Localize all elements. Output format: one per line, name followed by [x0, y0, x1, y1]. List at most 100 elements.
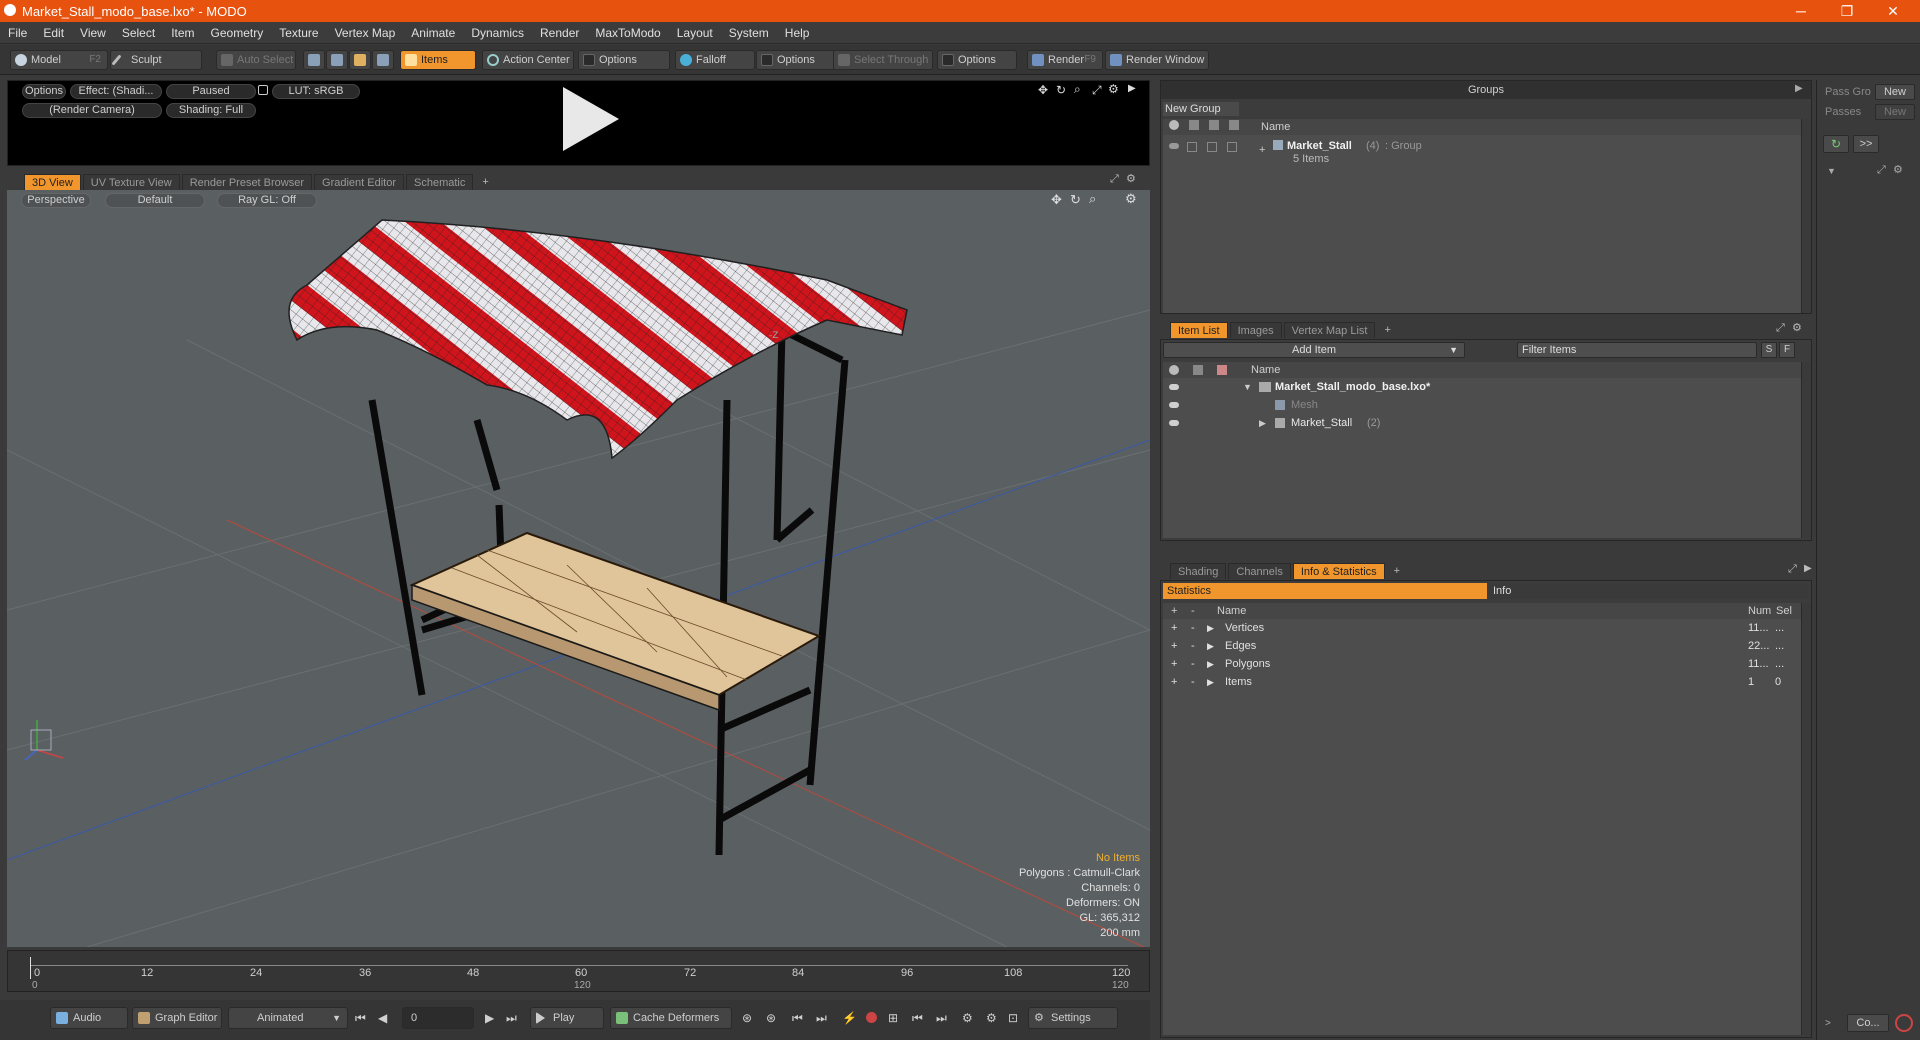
- key-options-icon-1[interactable]: ⚙: [962, 1011, 973, 1025]
- filter-s-button[interactable]: S: [1761, 342, 1777, 358]
- falloff-button[interactable]: Falloff: [675, 50, 755, 70]
- visibility-eye-icon[interactable]: [1169, 402, 1179, 408]
- filter-items-input[interactable]: Filter Items: [1517, 342, 1757, 358]
- row-plus-icon[interactable]: +: [1171, 655, 1177, 673]
- add-item-dropdown[interactable]: Add Item ▼: [1163, 342, 1465, 358]
- tab-vertex-map-list[interactable]: Vertex Map List: [1283, 322, 1376, 338]
- tab-render-preset-browser[interactable]: Render Preset Browser: [181, 174, 313, 190]
- menu-maxtomodo[interactable]: MaxToModo: [587, 26, 668, 40]
- default-dropdown[interactable]: Default: [105, 193, 205, 208]
- properties-arrow-icon[interactable]: ▶: [1804, 563, 1812, 574]
- tab-shading[interactable]: Shading: [1170, 563, 1227, 579]
- preview-zoom-icon[interactable]: ⌕: [1074, 82, 1081, 97]
- item-row-scene[interactable]: ▼ Market_Stall_modo_base.lxo*: [1163, 378, 1801, 396]
- 3d-viewport[interactable]: -Z Perspective Default Ray GL: Off ✥ ↻ ⌕…: [7, 190, 1150, 947]
- settings-button[interactable]: ⚙ Settings: [1028, 1007, 1118, 1029]
- timeline[interactable]: 0 12 24 36 48 60 72 84 96 108 120 0 120 …: [7, 950, 1150, 992]
- groups-expand-icon[interactable]: ▶: [1795, 83, 1803, 94]
- sculpt-mode-button[interactable]: Sculpt: [110, 50, 202, 70]
- collapsed-arrow-icon[interactable]: ▶: [1259, 414, 1266, 432]
- row-arrow-icon[interactable]: ▶: [1207, 619, 1214, 637]
- tab-images[interactable]: Images: [1229, 322, 1282, 338]
- key-icon-1[interactable]: ⊛: [742, 1011, 752, 1025]
- render-window-button[interactable]: Render Window: [1105, 50, 1209, 70]
- menu-view[interactable]: View: [72, 26, 114, 40]
- vertices-mode-button[interactable]: [303, 50, 325, 70]
- action-center-button[interactable]: Action Center: [482, 50, 574, 70]
- graph-editor-button[interactable]: Graph Editor: [132, 1007, 222, 1029]
- stat-row-polygons[interactable]: + - ▶ Polygons 11... ...: [1163, 655, 1801, 673]
- row-plus-icon[interactable]: +: [1171, 619, 1177, 637]
- preview-play-icon[interactable]: [563, 87, 619, 151]
- viewport-options-icon[interactable]: ⚙: [1126, 172, 1136, 185]
- menu-item[interactable]: Item: [163, 26, 202, 40]
- refresh-icon[interactable]: ↻: [1823, 135, 1849, 153]
- viewport-zoom-icon[interactable]: ⌕: [1089, 191, 1096, 207]
- visibility-eye-icon[interactable]: [1169, 420, 1179, 426]
- statistics-subtab[interactable]: Statistics: [1163, 583, 1487, 599]
- key-options-icon-2[interactable]: ⚙: [986, 1011, 997, 1025]
- tab-gradient-editor[interactable]: Gradient Editor: [314, 174, 404, 190]
- menu-edit[interactable]: Edit: [35, 26, 72, 40]
- menu-file[interactable]: File: [0, 26, 35, 40]
- step-forward-icon[interactable]: ▶: [485, 1011, 494, 1025]
- tab-info-statistics[interactable]: Info & Statistics: [1292, 563, 1385, 579]
- strip-dropdown-icon[interactable]: ▼: [1827, 166, 1836, 176]
- preview-paused-button[interactable]: Paused: [166, 84, 256, 99]
- menu-system[interactable]: System: [721, 26, 777, 40]
- key-icon-2[interactable]: ⊛: [766, 1011, 776, 1025]
- render-button[interactable]: Render F9: [1027, 50, 1103, 70]
- animated-dropdown[interactable]: Animated ▼: [228, 1007, 348, 1029]
- viewport-move-icon[interactable]: ✥: [1051, 192, 1062, 208]
- stat-row-edges[interactable]: + - ▶ Edges 22... ...: [1163, 637, 1801, 655]
- raygl-dropdown[interactable]: Ray GL: Off: [217, 193, 317, 208]
- step-back-icon[interactable]: ◀: [378, 1011, 387, 1025]
- play-button[interactable]: Play: [530, 1007, 604, 1029]
- collapse-all-icon[interactable]: -: [1191, 603, 1195, 619]
- lock-icon[interactable]: [258, 85, 268, 95]
- minimize-button[interactable]: ─: [1778, 0, 1824, 22]
- key-options-icon-3[interactable]: ⊡: [1008, 1011, 1018, 1025]
- preview-camera-dropdown[interactable]: (Render Camera): [22, 103, 162, 118]
- select-through-options-button[interactable]: Options: [937, 50, 1017, 70]
- preview-expand-icon[interactable]: ▶: [1128, 83, 1136, 94]
- stop-icon[interactable]: [1895, 1014, 1913, 1032]
- groups-scrollbar[interactable]: [1801, 119, 1811, 313]
- perspective-dropdown[interactable]: Perspective: [21, 193, 91, 208]
- row-minus-icon[interactable]: -: [1191, 619, 1195, 637]
- falloff-options-button[interactable]: Options: [756, 50, 836, 70]
- row-plus-icon[interactable]: +: [1171, 673, 1177, 691]
- item-list-tree[interactable]: Name ▼ Market_Stall_modo_base.lxo* Mesh …: [1163, 362, 1801, 538]
- visibility-eye-icon[interactable]: [1169, 384, 1179, 390]
- row-minus-icon[interactable]: -: [1191, 637, 1195, 655]
- tab-item-list[interactable]: Item List: [1170, 322, 1228, 338]
- render-toggle-icon[interactable]: [1187, 142, 1197, 152]
- go-to-start-icon[interactable]: ⏮: [355, 1011, 366, 1026]
- row-minus-icon[interactable]: -: [1191, 673, 1195, 691]
- tab-uv-texture-view[interactable]: UV Texture View: [82, 174, 180, 190]
- groups-list[interactable]: Name + Market_Stall (4) : Group 5 Items: [1163, 119, 1801, 313]
- time-cursor[interactable]: [30, 957, 31, 979]
- menu-animate[interactable]: Animate: [403, 26, 463, 40]
- select-toggle-icon[interactable]: [1227, 142, 1237, 152]
- close-button[interactable]: ✕: [1870, 0, 1916, 22]
- add-panel-tab-icon[interactable]: +: [1377, 322, 1397, 338]
- next-key-icon[interactable]: ⏭: [816, 1011, 827, 1026]
- lock-toggle-icon[interactable]: [1207, 142, 1217, 152]
- preview-shading-dropdown[interactable]: Shading: Full: [166, 103, 256, 118]
- menu-dynamics[interactable]: Dynamics: [463, 26, 532, 40]
- viewport-expand-icon[interactable]: ⤢: [1110, 173, 1119, 186]
- menu-texture[interactable]: Texture: [271, 26, 326, 40]
- properties-expand-icon[interactable]: ⤢: [1788, 563, 1797, 576]
- viewport-settings-icon[interactable]: ⚙: [1125, 191, 1137, 207]
- frame-input[interactable]: 0: [402, 1007, 474, 1029]
- more-button[interactable]: >>: [1853, 135, 1879, 153]
- tab-schematic[interactable]: Schematic: [406, 174, 474, 190]
- strip-options-icon[interactable]: ⚙: [1893, 163, 1903, 176]
- row-arrow-icon[interactable]: ▶: [1207, 655, 1214, 673]
- expand-plus-icon[interactable]: +: [1259, 141, 1265, 159]
- statistics-list[interactable]: + - Name Num Sel + - ▶ Vertices 11... ..…: [1163, 603, 1801, 1035]
- action-center-options-button[interactable]: Options: [578, 50, 670, 70]
- tab-3d-view[interactable]: 3D View: [24, 174, 81, 190]
- edges-mode-button[interactable]: [326, 50, 348, 70]
